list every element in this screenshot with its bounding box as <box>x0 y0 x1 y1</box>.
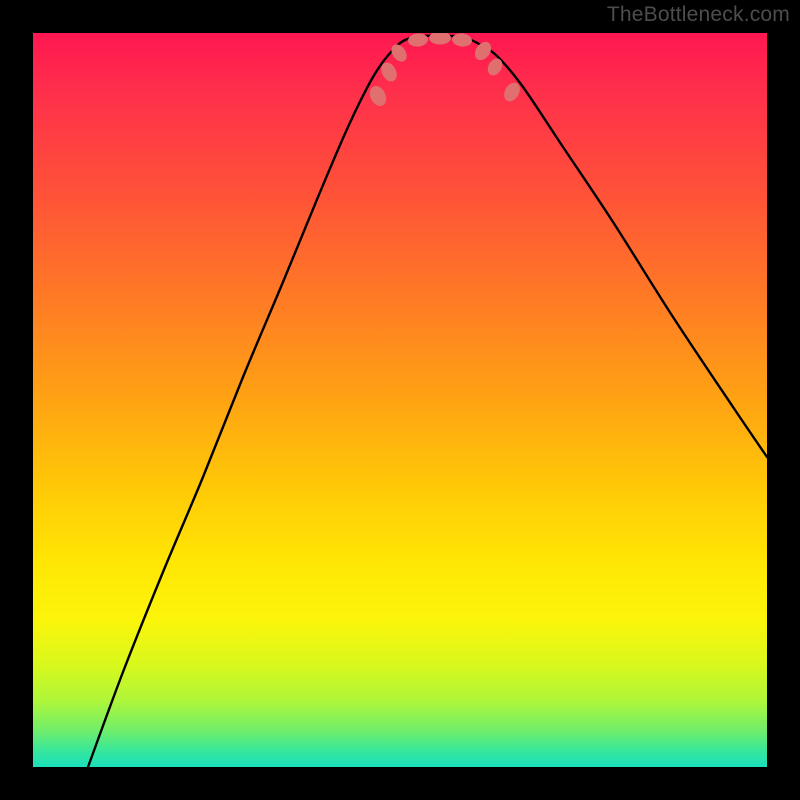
plot-area <box>33 33 767 767</box>
curve-marker <box>429 33 451 45</box>
curve-svg <box>33 33 767 767</box>
curve-marker <box>451 33 472 48</box>
curve-marker <box>485 56 505 78</box>
bottleneck-curve <box>88 36 767 767</box>
curve-marker <box>367 83 390 108</box>
watermark-text: TheBottleneck.com <box>607 3 790 27</box>
chart-frame: TheBottleneck.com <box>0 0 800 800</box>
